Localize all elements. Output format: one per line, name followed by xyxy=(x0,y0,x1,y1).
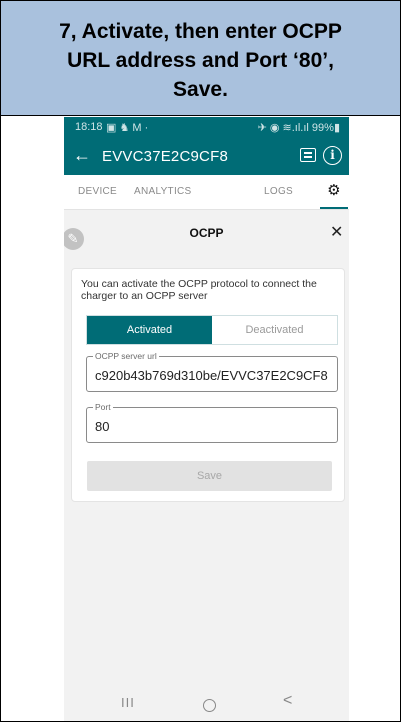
nav-back-button[interactable]: < xyxy=(283,692,292,710)
close-icon[interactable]: ✕ xyxy=(330,222,343,242)
app-bar: ← EVVC37E2C9CF8 i xyxy=(64,139,349,175)
activated-button[interactable]: Activated xyxy=(87,316,212,344)
ocpp-url-field[interactable]: OCPP server url c920b43b769d310be/EVVC37… xyxy=(86,351,338,392)
device-title: EVVC37E2C9CF8 xyxy=(102,148,228,165)
status-notification-icons: ▣ ♞ M · xyxy=(106,122,149,134)
port-label: Port xyxy=(93,402,113,412)
port-input[interactable]: 80 xyxy=(95,419,335,434)
tab-analytics[interactable]: ANALYTICS xyxy=(134,186,192,197)
ocpp-url-input[interactable]: c920b43b769d310be/EVVC37E2C9CF8 xyxy=(95,368,335,383)
ocpp-url-label: OCPP server url xyxy=(93,351,159,361)
home-button[interactable] xyxy=(203,699,216,712)
tab-settings-gear-icon[interactable]: ⚙ xyxy=(320,181,348,209)
port-field[interactable]: Port 80 xyxy=(86,402,338,443)
android-nav-bar: III < xyxy=(64,687,349,721)
message-icon[interactable] xyxy=(300,148,316,162)
ocpp-card: You can activate the OCPP protocol to co… xyxy=(71,268,345,502)
save-button[interactable]: Save xyxy=(87,461,332,491)
slide-frame: 7, Activate, then enter OCPP URL address… xyxy=(0,0,401,722)
phone-screen: 18:18 ▣ ♞ M · ✈ ◉ ≋.ıl.ıl 99%▮ ← EVVC37E… xyxy=(64,117,349,721)
tab-bar: DEVICE ANALYTICS LOGS ⚙ xyxy=(64,175,349,210)
status-time: 18:18 xyxy=(75,121,103,133)
modal-title: OCPP xyxy=(189,226,224,240)
tab-logs[interactable]: LOGS xyxy=(264,186,293,197)
info-icon[interactable]: i xyxy=(323,146,342,165)
tab-device[interactable]: DEVICE xyxy=(78,186,117,197)
recent-apps-button[interactable]: III xyxy=(121,695,135,710)
activation-toggle: Activated Deactivated xyxy=(86,315,338,345)
status-bar: 18:18 ▣ ♞ M · ✈ ◉ ≋.ıl.ıl 99%▮ xyxy=(64,117,349,139)
status-right-icons: ✈ ◉ ≋.ıl.ıl 99%▮ xyxy=(257,122,340,134)
instruction-banner: 7, Activate, then enter OCPP URL address… xyxy=(1,1,400,116)
ocpp-description: You can activate the OCPP protocol to co… xyxy=(81,278,317,302)
deactivated-button[interactable]: Deactivated xyxy=(212,316,337,344)
back-arrow-icon[interactable]: ← xyxy=(73,145,91,166)
